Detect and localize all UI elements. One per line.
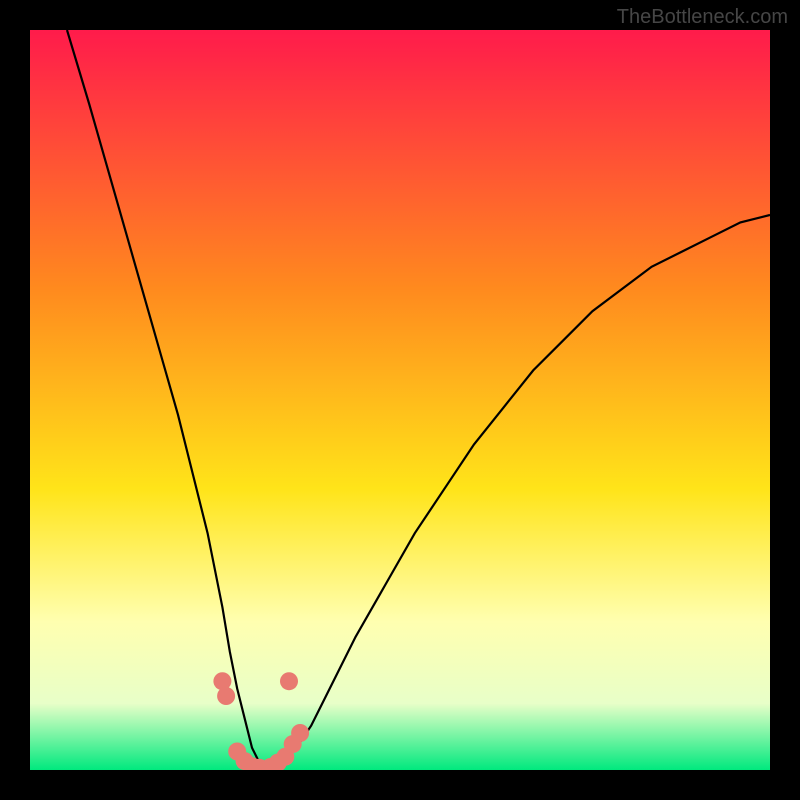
chart-plot-area [30, 30, 770, 770]
marker-point [217, 687, 235, 705]
watermark-text: TheBottleneck.com [617, 6, 788, 29]
marker-point [280, 672, 298, 690]
gradient-background [30, 30, 770, 770]
marker-point [291, 724, 309, 742]
bottleneck-chart [30, 30, 770, 770]
